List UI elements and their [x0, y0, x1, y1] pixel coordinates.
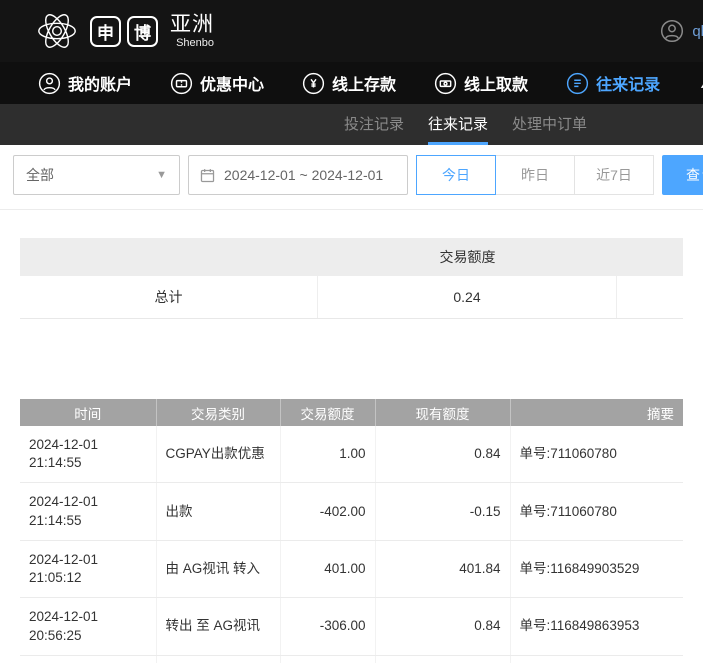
column-header: 交易类别 [156, 399, 280, 426]
today-button[interactable]: 今日 [416, 155, 496, 195]
deposit-icon [302, 72, 325, 95]
summary-total-value: 0.24 [318, 276, 617, 318]
table-cell: -0.15 [375, 483, 510, 540]
promo-icon [170, 72, 193, 95]
nav-label: 线上取款 [464, 71, 528, 95]
table-cell: 出款 [156, 483, 280, 540]
table-cell: 由 AG视讯 转入 [156, 540, 280, 597]
type-dropdown-value: 全部 [26, 165, 54, 185]
nav-label: 优惠中心 [200, 71, 264, 95]
notifications-button[interactable] [698, 72, 703, 95]
logo-characters: 申 博 [90, 16, 158, 47]
summary-total-label: 总计 [20, 276, 318, 318]
yesterday-button[interactable]: 昨日 [495, 155, 575, 195]
username-text: qh [692, 23, 703, 40]
chevron-down-icon: ▼ [156, 169, 167, 181]
tab-processing-orders[interactable]: 处理中订单 [512, 104, 587, 145]
table-body: 2024-12-01 21:14:55CGPAY出款优惠1.000.84单号:7… [20, 426, 683, 663]
table-cell: -306.00 [280, 598, 375, 655]
table-cell: 2024-12-01 21:14:55 [20, 426, 156, 483]
table-cell: 2024-12-01 21:14:55 [20, 483, 156, 540]
summary-total-row: 总计 0.24 [20, 276, 683, 319]
summary-header-title: 交易额度 [318, 247, 617, 267]
calendar-icon [199, 167, 216, 184]
column-header: 现有额度 [375, 399, 510, 426]
type-dropdown[interactable]: 全部 ▼ [13, 155, 180, 195]
nav-label: 我的账户 [68, 71, 132, 95]
top-header: 申 博 亚洲 Shenbo qh [0, 0, 703, 62]
last7days-button[interactable]: 近7日 [574, 155, 654, 195]
logo-asia-text: 亚洲 [170, 14, 214, 35]
summary-header-row: 交易额度 [20, 238, 683, 276]
account-icon [38, 72, 61, 95]
summary-table: 交易额度 总计 0.24 [20, 238, 683, 319]
table-cell: 单号:116849903529 [510, 540, 683, 597]
table-cell: 0.84 [375, 598, 510, 655]
bell-icon [698, 72, 703, 95]
table-row: 2024-12-01 21:05:12由 AG视讯 转入401.00401.84… [20, 540, 683, 597]
nav-item-withdraw[interactable]: 线上取款 [434, 71, 528, 95]
transactions-table: 时间交易类别交易额度现有额度摘要 2024-12-01 21:14:55CGPA… [20, 399, 683, 663]
table-cell: CGPAY出款优惠 [156, 426, 280, 483]
nav-label: 线上存款 [332, 71, 396, 95]
withdraw-icon [434, 72, 457, 95]
table-cell: 单号:711060780 [510, 483, 683, 540]
logo-char-bo: 博 [127, 16, 158, 47]
table-cell: 0.84 [375, 426, 510, 483]
column-header: 交易额度 [280, 399, 375, 426]
table-row: 2024-12-01 20:56:18CGPAY-CG钱包支付笔笔送优惠1.80… [20, 655, 683, 663]
table-row: 2024-12-01 20:56:25转出 至 AG视讯-306.000.84单… [20, 598, 683, 655]
table-cell: 转出 至 AG视讯 [156, 598, 280, 655]
page: 申 博 亚洲 Shenbo qh [0, 0, 703, 663]
table-cell: 2024-12-01 21:05:12 [20, 540, 156, 597]
date-range-input[interactable]: 2024-12-01 ~ 2024-12-01 [188, 155, 408, 195]
table-cell: 306.84 [375, 655, 510, 663]
main-nav: 我的账户 优惠中心 线上存款 [0, 62, 703, 104]
table-cell: 单号:711060780 [510, 426, 683, 483]
table-cell: CGPAY-CG钱包支付笔笔送优惠 [156, 655, 280, 663]
tab-betting-records[interactable]: 投注记录 [344, 104, 404, 145]
table-cell: 2024-12-01 20:56:18 [20, 655, 156, 663]
nav-label: 往来记录 [596, 71, 660, 95]
table-row: 2024-12-01 21:14:55CGPAY出款优惠1.000.84单号:7… [20, 426, 683, 483]
logo[interactable]: 申 博 亚洲 Shenbo [34, 8, 214, 54]
nav-item-deposit[interactable]: 线上存款 [302, 71, 396, 95]
tab-transaction-records[interactable]: 往来记录 [428, 104, 488, 145]
nav-item-my-account[interactable]: 我的账户 [38, 71, 132, 95]
logo-shenbo-text: Shenbo [176, 38, 214, 49]
table-cell: 1.80 [280, 655, 375, 663]
table-cell: 2024-12-01 20:56:25 [20, 598, 156, 655]
table-cell: -402.00 [280, 483, 375, 540]
column-header: 摘要 [510, 399, 683, 426]
quick-range-buttons: 今日 昨日 近7日 [416, 155, 654, 195]
sub-nav: 投注记录 往来记录 处理中订单 [0, 104, 703, 145]
table-header-row: 时间交易类别交易额度现有额度摘要 [20, 399, 683, 426]
search-button[interactable]: 查询 [662, 155, 703, 195]
user-account[interactable]: qh [660, 19, 703, 43]
table-cell: 单号:202412023797377007 [510, 655, 683, 663]
table-cell: 1.00 [280, 426, 375, 483]
nav-item-promo-center[interactable]: 优惠中心 [170, 71, 264, 95]
table-cell: 单号:116849863953 [510, 598, 683, 655]
table-cell: 401.84 [375, 540, 510, 597]
records-icon [566, 72, 589, 95]
logo-wordmark: 亚洲 Shenbo [170, 14, 214, 49]
flower-logo-icon [34, 8, 80, 54]
logo-char-shen: 申 [90, 16, 121, 47]
nav-item-records[interactable]: 往来记录 [566, 71, 660, 95]
table-row: 2024-12-01 21:14:55出款-402.00-0.15单号:7110… [20, 483, 683, 540]
user-avatar-icon [660, 19, 684, 43]
filter-bar: 全部 ▼ 2024-12-01 ~ 2024-12-01 今日 昨日 近7日 查… [0, 145, 703, 210]
table-cell: 401.00 [280, 540, 375, 597]
date-range-value: 2024-12-01 ~ 2024-12-01 [224, 167, 383, 183]
column-header: 时间 [20, 399, 156, 426]
summary-total-spacer [617, 276, 683, 318]
